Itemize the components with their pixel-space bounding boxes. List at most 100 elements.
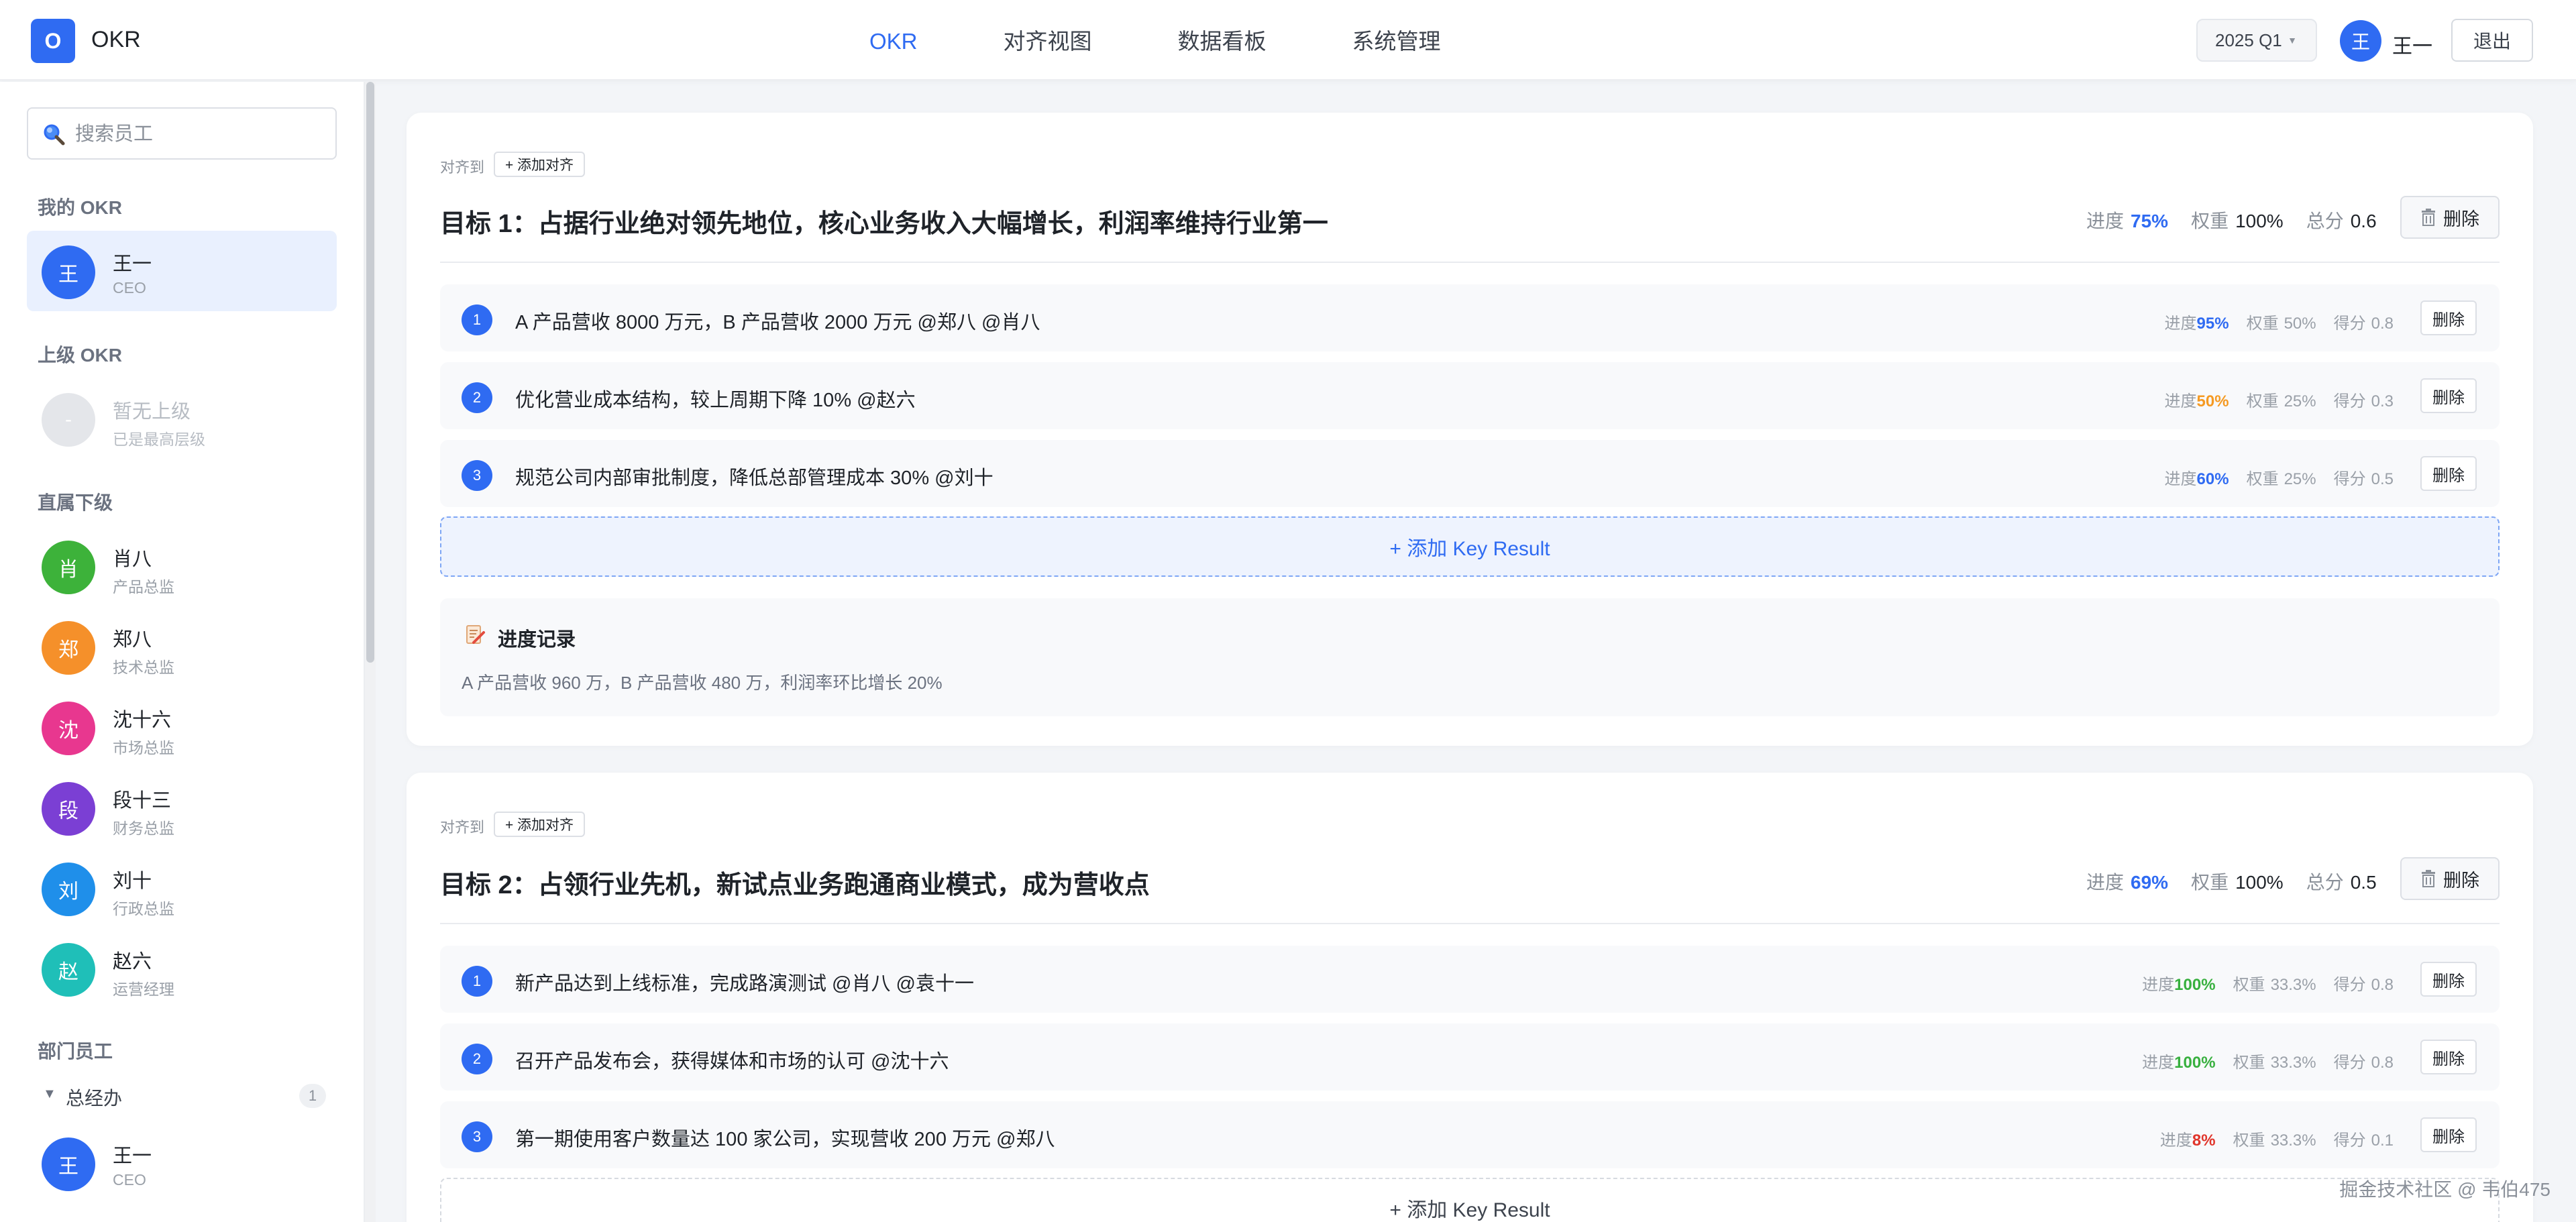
- score-label: 得分: [2333, 470, 2366, 488]
- progress-log: 进度记录 A 产品营收 960 万，B 产品营收 480 万，利润率环比增长 2…: [440, 598, 2500, 716]
- caret-down-icon: ▼: [43, 1087, 56, 1101]
- app-title: OKR: [91, 27, 141, 52]
- kr-text: 优化营业成本结构，较上周期下降 10% @赵六: [515, 390, 916, 411]
- nav-okr[interactable]: OKR: [869, 0, 918, 80]
- nav-alignment-view[interactable]: 对齐视图: [1004, 0, 1092, 80]
- avatar: 赵: [42, 943, 95, 997]
- delete-kr-button[interactable]: 删除: [2420, 962, 2477, 997]
- delete-label: 删除: [2443, 209, 2479, 229]
- person-name: 肖八: [113, 549, 152, 570]
- key-result-row: 1 新产品达到上线标准，完成路演测试 @肖八 @袁十一 进度100% 权重 33.3…: [440, 946, 2500, 1013]
- person-role: 产品总监: [113, 578, 174, 596]
- kr-text: A 产品营收 8000 万元，B 产品营收 2000 万元 @郑八 @肖八: [515, 312, 1040, 333]
- kr-score-value: 0.1: [2371, 1131, 2394, 1150]
- sidebar-person-subordinate[interactable]: 赵 赵六 运营经理: [27, 928, 337, 1009]
- kr-metrics: 进度8% 权重 33.3% 得分 0.1: [2160, 1127, 2394, 1150]
- kr-number-badge: 1: [462, 966, 492, 997]
- nav-dashboard[interactable]: 数据看板: [1178, 0, 1267, 80]
- progress-label: 进度: [2164, 392, 2197, 410]
- kr-score-value: 0.8: [2371, 1054, 2394, 1072]
- kr-text: 召开产品发布会，获得媒体和市场的认可 @沈十六: [515, 1051, 949, 1072]
- align-label: 对齐到: [440, 159, 485, 176]
- avatar: 刘: [42, 863, 95, 916]
- trash-icon: [2422, 209, 2435, 226]
- department-name: 总经办: [66, 1088, 123, 1109]
- score-label: 总分: [2306, 872, 2344, 893]
- weight-label: 权重: [2246, 392, 2279, 410]
- department-label: 部门员工: [38, 1041, 113, 1062]
- score-label: 得分: [2333, 315, 2366, 333]
- key-result-row: 3 规范公司内部审批制度，降低总部管理成本 30% @刘十 进度60% 权重 25%…: [440, 440, 2500, 507]
- delete-kr-button[interactable]: 删除: [2420, 1040, 2477, 1074]
- add-key-result-button[interactable]: + 添加 Key Result: [440, 1178, 2500, 1222]
- key-result-row: 2 优化营业成本结构，较上周期下降 10% @赵六 进度50% 权重 25% 得分 0.…: [440, 362, 2500, 429]
- scrollbar-thumb[interactable]: [366, 82, 374, 663]
- objective-title: 目标 1：占据行业绝对领先地位，核心业务收入大幅增长，利润率维持行业第一: [440, 210, 1328, 238]
- add-align-button[interactable]: + 添加对齐: [494, 152, 585, 177]
- weight-label: 权重: [2246, 470, 2279, 488]
- sidebar-person-subordinate[interactable]: 沈 沈十六 市场总监: [27, 687, 337, 767]
- person-role: CEO: [113, 279, 146, 296]
- delete-objective-button[interactable]: 删除: [2400, 857, 2500, 900]
- user-avatar[interactable]: 王: [2340, 20, 2381, 62]
- delete-objective-button[interactable]: 删除: [2400, 196, 2500, 239]
- main-nav: OKR 对齐视图 数据看板 系统管理: [869, 0, 1527, 80]
- sidebar-scrollbar[interactable]: [365, 82, 376, 1222]
- score-label: 得分: [2333, 1054, 2366, 1072]
- kr-progress-value: 50%: [2196, 392, 2229, 410]
- delete-kr-button[interactable]: 删除: [2420, 378, 2477, 413]
- score-label: 总分: [2306, 211, 2344, 231]
- align-label: 对齐到: [440, 819, 485, 836]
- app-logo[interactable]: O: [31, 19, 75, 63]
- person-role: 财务总监: [113, 820, 174, 837]
- logout-button[interactable]: 退出: [2451, 19, 2533, 62]
- person-role: 运营经理: [113, 981, 174, 998]
- delete-kr-button[interactable]: 删除: [2420, 456, 2477, 491]
- sidebar-person-subordinate[interactable]: 刘 刘十 行政总监: [27, 848, 337, 928]
- key-result-row: 3 第一期使用客户数量达 100 家公司，实现营收 200 万元 @郑八 进度8…: [440, 1101, 2500, 1168]
- sidebar-person-subordinate[interactable]: 肖 肖八 产品总监: [27, 526, 337, 606]
- quarter-select[interactable]: 2025 Q1 ▼: [2196, 19, 2317, 62]
- divider: [440, 262, 2500, 263]
- weight-label: 权重: [2191, 872, 2229, 893]
- kr-metrics: 进度100% 权重 33.3% 得分 0.8: [2142, 971, 2394, 995]
- employee-search[interactable]: [27, 107, 337, 160]
- delete-kr-button[interactable]: 删除: [2420, 300, 2477, 335]
- person-role: CEO: [113, 1171, 146, 1188]
- score-value: 0.6: [2350, 211, 2377, 231]
- add-key-result-button[interactable]: + 添加 Key Result: [440, 516, 2500, 577]
- nav-system-admin[interactable]: 系统管理: [1352, 0, 1441, 80]
- progress-value: 75%: [2131, 211, 2169, 231]
- person-name: 王一: [113, 1146, 152, 1167]
- site-watermark: 掘金技术社区 @ 韦伯475: [2339, 1179, 2551, 1200]
- person-name: 赵六: [113, 951, 152, 973]
- department-group-toggle[interactable]: ▼ 总经办 1: [38, 1081, 326, 1115]
- kr-weight-value: 25%: [2284, 470, 2316, 488]
- search-input[interactable]: [75, 118, 323, 150]
- kr-metrics: 进度60% 权重 25% 得分 0.5: [2165, 465, 2394, 489]
- objective-card: 对齐到 + 添加对齐 目标 1：占据行业绝对领先地位，核心业务收入大幅增长，利润…: [407, 113, 2533, 746]
- kr-weight-value: 25%: [2284, 392, 2316, 410]
- sidebar-person-me[interactable]: 王 王一 CEO: [27, 231, 337, 311]
- person-name: 暂无上级: [113, 401, 191, 423]
- person-role: 已是最高层级: [113, 431, 205, 448]
- person-role: 市场总监: [113, 739, 174, 757]
- kr-text: 新产品达到上线标准，完成路演测试 @肖八 @袁十一: [515, 973, 974, 995]
- kr-number-badge: 2: [462, 382, 492, 413]
- delete-kr-button[interactable]: 删除: [2420, 1117, 2477, 1152]
- avatar: -: [42, 393, 95, 447]
- progress-label: 进度: [2164, 315, 2197, 333]
- sidebar-person-subordinate[interactable]: 郑 郑八 技术总监: [27, 606, 337, 687]
- weight-label: 权重: [2246, 315, 2279, 333]
- kr-weight-value: 33.3%: [2270, 1131, 2316, 1150]
- sidebar-person-subordinate[interactable]: 段 段十三 财务总监: [27, 767, 337, 848]
- sidebar: 我的 OKR 王 王一 CEO 上级 OKR - 暂无上级 已是最高层级 直属下…: [0, 82, 365, 1222]
- person-role: 行政总监: [113, 900, 174, 918]
- sidebar-person-department[interactable]: 王 王一 CEO: [27, 1123, 337, 1203]
- weight-value: 100%: [2235, 211, 2284, 231]
- person-name: 郑八: [113, 629, 152, 651]
- add-align-button[interactable]: + 添加对齐: [494, 812, 585, 837]
- progress-label: 进度: [2086, 211, 2125, 231]
- avatar: 王: [42, 245, 95, 299]
- search-icon: [44, 124, 65, 146]
